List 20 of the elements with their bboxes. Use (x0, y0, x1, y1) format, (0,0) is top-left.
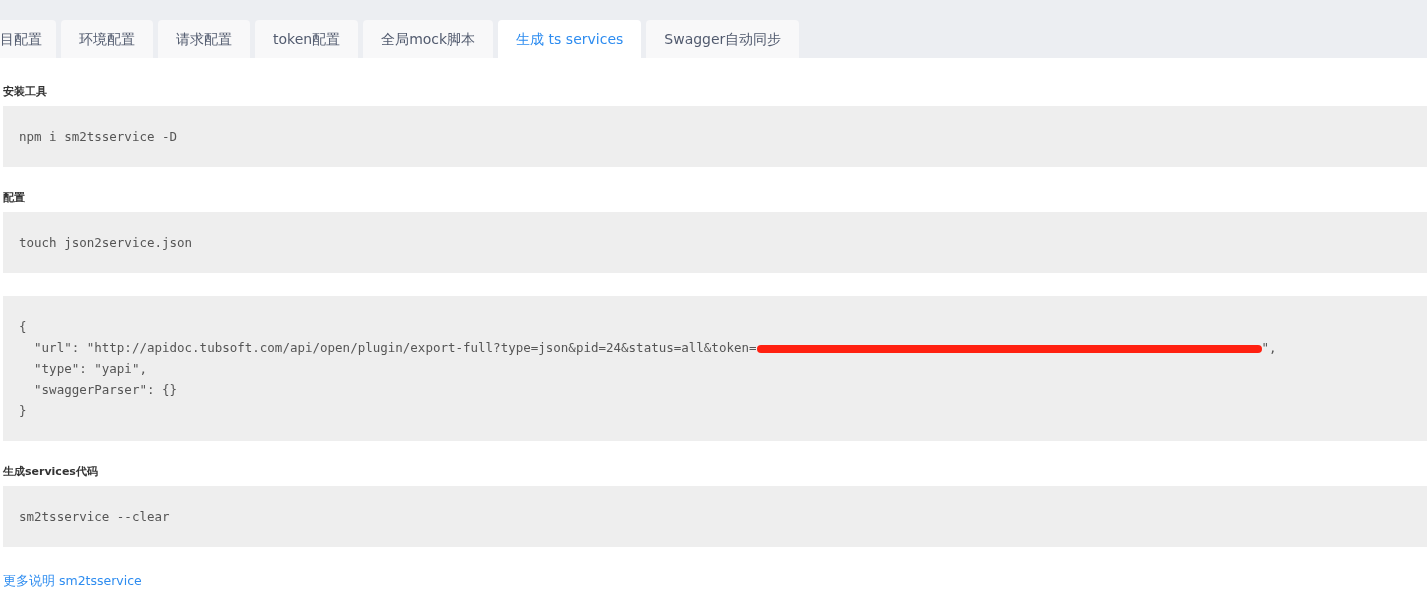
tab[interactable]: Swagger自动同步 (646, 20, 800, 58)
code-line: "swaggerParser": {} (33, 381, 178, 399)
code-line: touch json2service.json (19, 234, 193, 252)
code-line: "url": "http://apidoc.tubsoft.com/api/open/plugin/export-full?type=json&pid=24&status=all&token= (33, 339, 757, 357)
code-line: npm i sm2tsservice -D (19, 128, 178, 146)
code-line: { (19, 318, 27, 336)
docs-link[interactable]: 更多说明 sm2tsservice (3, 573, 142, 588)
section-heading: 生成services代码 (3, 464, 99, 479)
code-line: sm2tsservice --clear (19, 508, 170, 526)
tab[interactable]: 环境配置 (61, 20, 153, 58)
code-line: } (19, 402, 27, 420)
code-line: "type": "yapi", (33, 360, 147, 378)
tab[interactable]: 全局mock脚本 (363, 20, 494, 58)
section-heading: 安装工具 (3, 84, 48, 99)
tab[interactable]: 生成 ts services (498, 20, 642, 58)
tab[interactable]: 目配置 (0, 20, 56, 58)
tab[interactable]: token配置 (255, 20, 359, 58)
section-heading: 配置 (3, 190, 26, 205)
code-line: ", (1261, 339, 1277, 357)
tab[interactable]: 请求配置 (158, 20, 250, 58)
